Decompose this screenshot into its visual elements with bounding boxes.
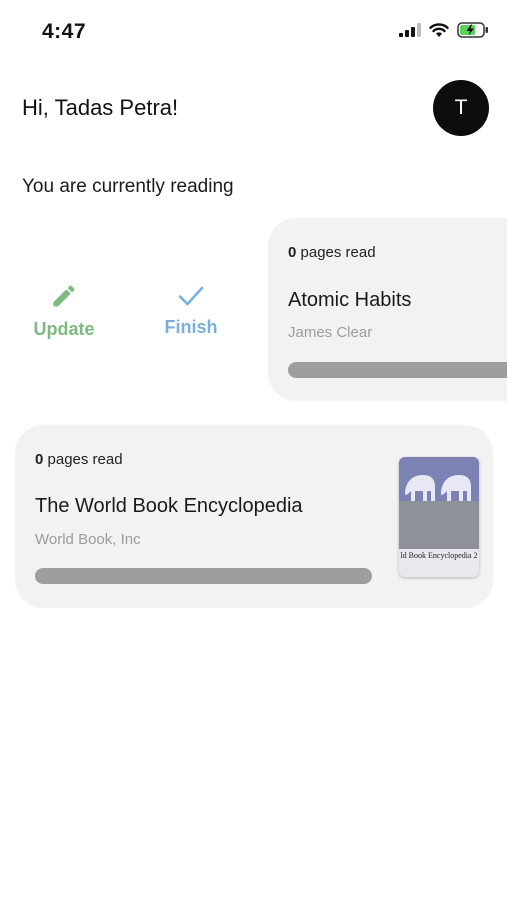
update-label: Update <box>33 319 95 339</box>
book-cover-image: ld Book Encyclopedia 2 <box>399 457 479 577</box>
pages-read: 0 pages read <box>288 244 376 261</box>
pencil-icon <box>53 285 75 307</box>
book-card-world-book-encyclopedia[interactable]: 0 pages read The World Book Encyclopedia… <box>15 425 493 608</box>
signal-icon <box>399 23 421 37</box>
book-author: World Book, Inc <box>35 531 141 548</box>
wifi-icon <box>429 22 449 37</box>
finish-label: Finish <box>164 317 218 337</box>
book-title: The World Book Encyclopedia <box>35 495 303 517</box>
finish-button[interactable]: Finish <box>158 284 224 338</box>
progress-bar <box>35 568 372 584</box>
avatar[interactable]: T <box>433 80 489 136</box>
status-bar: 4:47 <box>0 0 507 62</box>
book-title: Atomic Habits <box>288 289 412 311</box>
check-icon <box>178 286 204 306</box>
battery-charging-icon <box>457 22 488 38</box>
pages-read: 0 pages read <box>35 451 123 468</box>
pages-read-suffix: pages read <box>300 244 376 261</box>
book-card-atomic-habits[interactable]: 0 pages read Atomic Habits James Clear <box>268 218 507 401</box>
cover-photo <box>399 501 479 549</box>
pages-read-count: 0 <box>288 244 297 261</box>
status-time: 4:47 <box>42 20 87 43</box>
pages-read-count: 0 <box>35 451 44 468</box>
update-button[interactable]: Update <box>28 282 100 340</box>
greeting-text: Hi, Tadas Petra! <box>22 95 179 120</box>
pages-read-suffix: pages read <box>47 451 123 468</box>
section-title: You are currently reading <box>22 176 234 197</box>
book-author: James Clear <box>288 324 373 341</box>
progress-bar <box>288 362 507 378</box>
elephant-graphic <box>405 475 471 501</box>
cover-title-text: ld Book Encyclopedia 2 <box>400 551 478 560</box>
status-icons <box>399 22 489 38</box>
avatar-initial: T <box>454 96 468 119</box>
